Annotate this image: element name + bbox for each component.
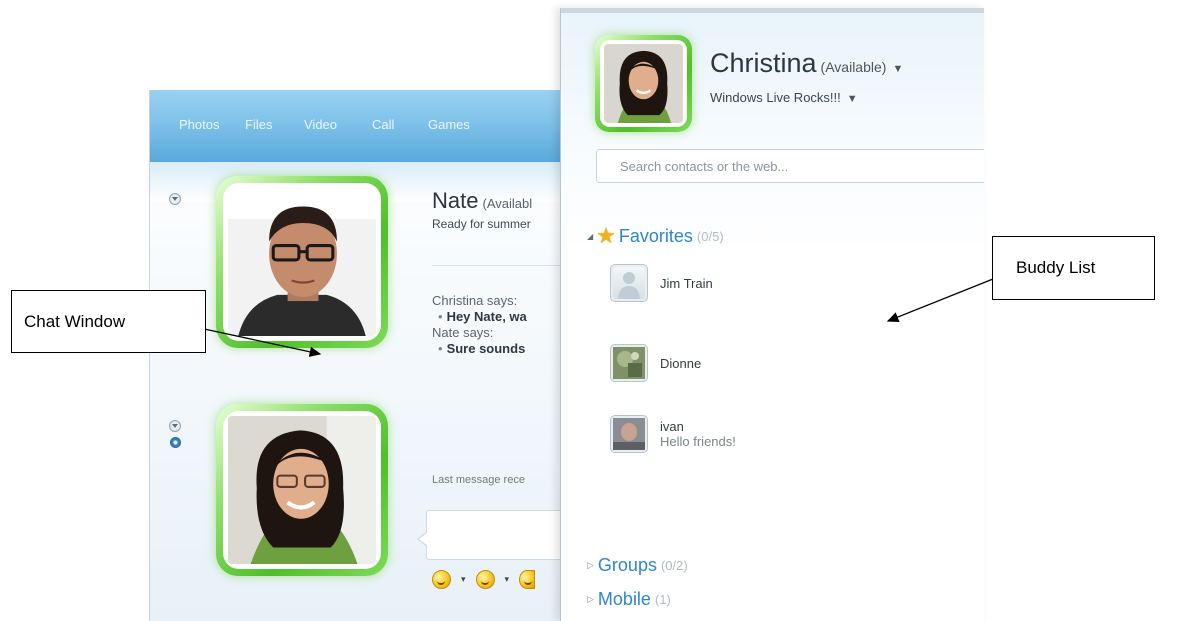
callout-chat-window: Chat Window	[11, 290, 206, 353]
buddy-list-arrow	[886, 278, 994, 322]
callout-buddy-list: Buddy List	[992, 236, 1155, 300]
chat-window-arrow	[194, 326, 322, 357]
